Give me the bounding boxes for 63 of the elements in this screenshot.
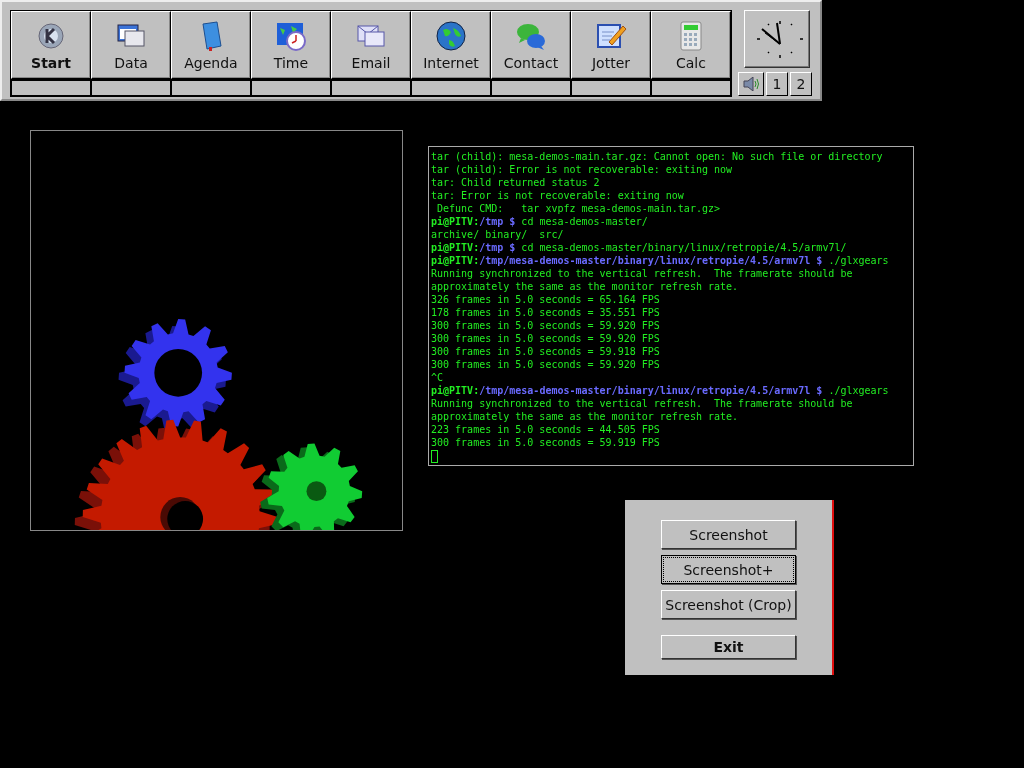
task-strip[interactable]: [171, 79, 251, 96]
prompt-user: pi@PITV:: [431, 216, 480, 227]
terminal-command: ./glxgears: [828, 385, 889, 396]
dialog-button[interactable]: Exit: [661, 635, 796, 659]
dialog-button[interactable]: Screenshot: [661, 520, 796, 549]
prompt-sign: $: [509, 242, 516, 253]
globe-icon: [435, 19, 467, 52]
task-strip[interactable]: [251, 79, 331, 96]
volume-button[interactable]: [738, 72, 764, 96]
terminal-line: tar: Child returned status 2: [431, 177, 600, 188]
launcher-button[interactable]: Email: [331, 11, 411, 80]
terminal-line: Running synchronized to the vertical refresh. The framerate should be: [431, 268, 853, 279]
terminal-line: 300 frames in 5.0 seconds = 59.920 FPS: [431, 359, 660, 370]
prompt-sign: $: [509, 216, 516, 227]
launcher-button[interactable]: Start: [11, 11, 91, 80]
terminal-command: cd mesa-demos-master/: [521, 216, 648, 227]
speaker-icon: [743, 77, 759, 91]
prompt-user: pi@PITV:: [431, 242, 480, 253]
terminal-line: approximately the same as the monitor refresh rate.: [431, 281, 739, 292]
terminal-line: 178 frames in 5.0 seconds = 35.551 FPS: [431, 307, 660, 318]
launcher-button[interactable]: Agenda: [171, 11, 251, 80]
task-strip[interactable]: [11, 79, 91, 96]
terminal-line: 223 frames in 5.0 seconds = 44.505 FPS: [431, 424, 660, 435]
terminal-line: 300 frames in 5.0 seconds = 59.920 FPS: [431, 320, 660, 331]
task-strip[interactable]: [91, 79, 171, 96]
desktop-button[interactable]: 1: [766, 72, 788, 96]
terminal-line: Running synchronized to the vertical refresh. The framerate should be: [431, 398, 853, 409]
terminal-line: 300 frames in 5.0 seconds = 59.920 FPS: [431, 333, 660, 344]
terminal-line: ^C: [431, 372, 444, 383]
prompt-path: /tmp: [479, 242, 504, 253]
terminal-line: tar (child): mesa-demos-main.tar.gz: Cannot open: No such file or directory: [431, 151, 883, 162]
terminal-line: approximately the same as the monitor refresh rate.: [431, 411, 739, 422]
terminal-line: archive/ binary/ src/: [431, 229, 564, 240]
prompt-sign: $: [816, 255, 823, 266]
terminal-line: Defunc CMD: tar xvpfz mesa-demos-main.tar.gz>: [436, 203, 720, 214]
prompt-user: pi@PITV:: [431, 255, 480, 266]
dialog-button[interactable]: Screenshot+: [661, 555, 796, 584]
task-strip[interactable]: [411, 79, 491, 96]
prompt-path: /tmp/mesa-demos-master/binary/linux/retropie/4.5/armv7l: [479, 385, 811, 396]
terminal-command: ./glxgears: [828, 255, 889, 266]
terminal-line: tar: Error is not recoverable: exiting now: [431, 190, 684, 201]
task-strip[interactable]: [491, 79, 571, 96]
launcher-button[interactable]: Jotter: [571, 11, 651, 80]
task-strip[interactable]: [651, 79, 731, 96]
terminal-line: 300 frames in 5.0 seconds = 59.919 FPS: [431, 437, 660, 448]
terminal-line: 300 frames in 5.0 seconds = 59.918 FPS: [431, 346, 660, 357]
launcher-button[interactable]: Calc: [651, 11, 731, 80]
prompt-path: /tmp: [479, 216, 504, 227]
terminal-line: tar (child): Error is not recoverable: exiting now: [431, 164, 733, 175]
terminal-line: 326 frames in 5.0 seconds = 65.164 FPS: [431, 294, 660, 305]
task-strip[interactable]: [571, 79, 651, 96]
launcher-button[interactable]: Internet: [411, 11, 491, 80]
prompt-user: pi@PITV:: [431, 385, 480, 396]
launcher-button[interactable]: Time: [251, 11, 331, 80]
prompt-path: /tmp/mesa-demos-master/binary/linux/retropie/4.5/armv7l: [479, 255, 811, 266]
launcher-button[interactable]: Contact: [491, 11, 571, 80]
task-strip[interactable]: [331, 79, 411, 96]
prompt-sign: $: [816, 385, 823, 396]
terminal-command: cd mesa-demos-master/binary/linux/retropie/4.5/armv7l/: [521, 242, 847, 253]
launcher-button[interactable]: Data: [91, 11, 171, 80]
desktop-button[interactable]: 2: [790, 72, 812, 96]
text-cursor: [431, 449, 438, 463]
dialog-button[interactable]: Screenshot (Crop): [661, 590, 796, 619]
